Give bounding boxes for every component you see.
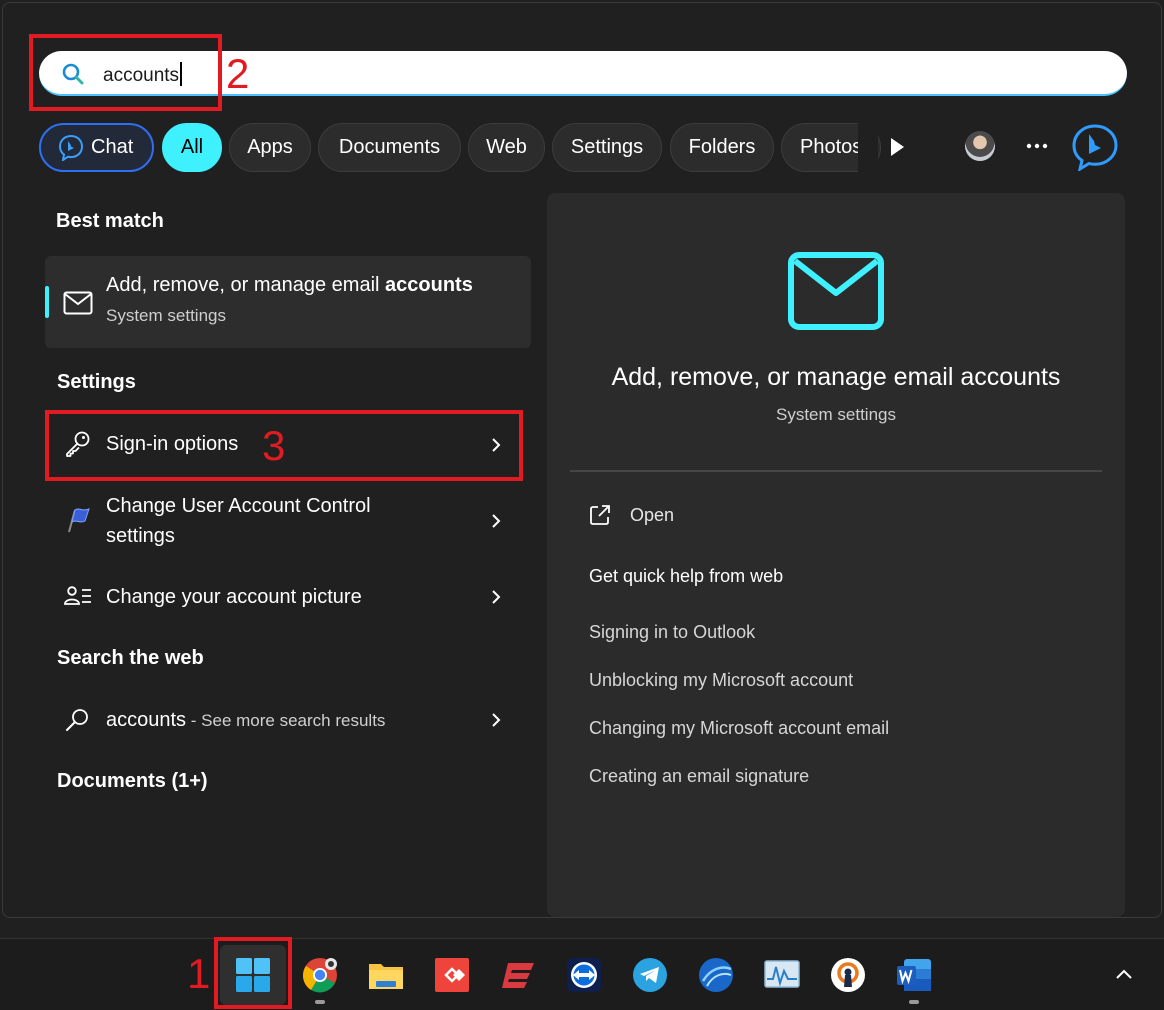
chips-fade xyxy=(858,120,878,175)
web-search-label: accounts - See more search results xyxy=(106,705,385,736)
open-external-icon[interactable] xyxy=(589,504,611,526)
annotation-box-1 xyxy=(214,937,292,1009)
monitor-app-icon[interactable] xyxy=(764,957,800,993)
best-match-title-bold: accounts xyxy=(385,274,473,296)
file-explorer-icon[interactable] xyxy=(368,957,404,993)
help-link-outlook[interactable]: Signing in to Outlook xyxy=(589,622,755,643)
section-documents[interactable]: Documents (1+) xyxy=(57,770,208,793)
uac-label-line2: settings xyxy=(106,525,175,547)
settings-item-account-picture[interactable]: Change your account picture xyxy=(45,567,531,627)
running-indicator xyxy=(315,1000,325,1004)
chevron-right-icon xyxy=(492,713,501,727)
filter-apps-label: Apps xyxy=(247,136,293,158)
filter-all-label: All xyxy=(180,136,204,158)
open-action[interactable]: Open xyxy=(630,505,674,526)
section-best-match: Best match xyxy=(56,210,164,232)
best-match-title: Add, remove, or manage email accounts xyxy=(106,274,473,297)
filter-chat-label: Chat xyxy=(91,136,134,158)
web-search-suffix: - See more search results xyxy=(186,711,386,730)
best-match-item[interactable]: Add, remove, or manage email accounts Sy… xyxy=(45,256,531,348)
preview-title: Add, remove, or manage email accounts xyxy=(611,363,1061,391)
chevron-right-icon xyxy=(492,590,501,604)
uac-label-line1: Change User Account Control xyxy=(106,495,371,517)
web-search-query: accounts xyxy=(106,709,187,731)
scroll-right-icon[interactable] xyxy=(887,136,907,158)
filter-folders[interactable]: Folders xyxy=(670,123,774,172)
annotation-number-3: 3 xyxy=(262,422,286,469)
filter-documents-label: Documents xyxy=(338,136,441,158)
chevron-right-icon xyxy=(492,514,501,528)
browser-sphere-icon[interactable] xyxy=(698,957,734,993)
settings-item-uac[interactable]: Change User Account Control settings xyxy=(45,488,531,554)
filter-web[interactable]: Web xyxy=(468,123,545,172)
anydesk-icon[interactable] xyxy=(434,957,470,993)
running-indicator xyxy=(909,1000,919,1004)
chevron-up-icon[interactable] xyxy=(1114,967,1134,981)
search-icon xyxy=(66,709,88,731)
bing-chat-icon xyxy=(59,134,83,161)
account-picture-icon xyxy=(64,586,91,605)
filter-apps[interactable]: Apps xyxy=(229,123,311,172)
expressvpn-icon[interactable] xyxy=(500,957,536,993)
annotation-box-2 xyxy=(29,34,222,111)
preview-divider xyxy=(570,470,1102,472)
filter-documents[interactable]: Documents xyxy=(318,123,461,172)
filter-photos-label: Photos xyxy=(800,136,863,158)
chrome-icon[interactable] xyxy=(302,957,338,993)
filter-web-label: Web xyxy=(486,136,527,158)
avatar[interactable] xyxy=(965,131,995,161)
help-link-unblocking[interactable]: Unblocking my Microsoft account xyxy=(589,670,853,691)
filter-settings[interactable]: Settings xyxy=(552,123,662,172)
mail-icon xyxy=(63,291,93,315)
annotation-number-2: 2 xyxy=(226,50,250,97)
filter-folders-label: Folders xyxy=(688,136,756,158)
telegram-icon[interactable] xyxy=(632,957,668,993)
best-match-subtitle: System settings xyxy=(106,306,226,325)
uac-flag-icon xyxy=(68,508,90,533)
filter-settings-label: Settings xyxy=(570,136,644,158)
web-search-item[interactable]: accounts - See more search results xyxy=(45,690,531,750)
help-link-signature[interactable]: Creating an email signature xyxy=(589,766,809,787)
preview-pane: Add, remove, or manage email accounts Sy… xyxy=(547,193,1125,917)
bing-icon[interactable] xyxy=(1071,123,1119,171)
teamviewer-icon[interactable] xyxy=(566,957,602,993)
account-picture-label: Change your account picture xyxy=(106,586,362,608)
section-settings: Settings xyxy=(57,371,136,393)
help-link-change-email[interactable]: Changing my Microsoft account email xyxy=(589,718,889,739)
section-search-web: Search the web xyxy=(57,647,204,669)
selection-accent xyxy=(45,286,49,318)
taskbar xyxy=(0,938,1164,1010)
preview-subtitle: System settings xyxy=(776,405,896,424)
filter-chat[interactable]: Chat xyxy=(39,123,154,172)
best-match-title-prefix: Add, remove, or manage email xyxy=(106,274,386,296)
word-icon[interactable] xyxy=(896,957,932,993)
mail-large-icon xyxy=(788,252,884,330)
annotation-number-1: 1 xyxy=(187,950,211,997)
filter-all[interactable]: All xyxy=(162,123,222,172)
more-options-icon[interactable] xyxy=(1025,138,1049,154)
quick-help-title: Get quick help from web xyxy=(589,566,784,586)
openvpn-icon[interactable] xyxy=(830,957,866,993)
